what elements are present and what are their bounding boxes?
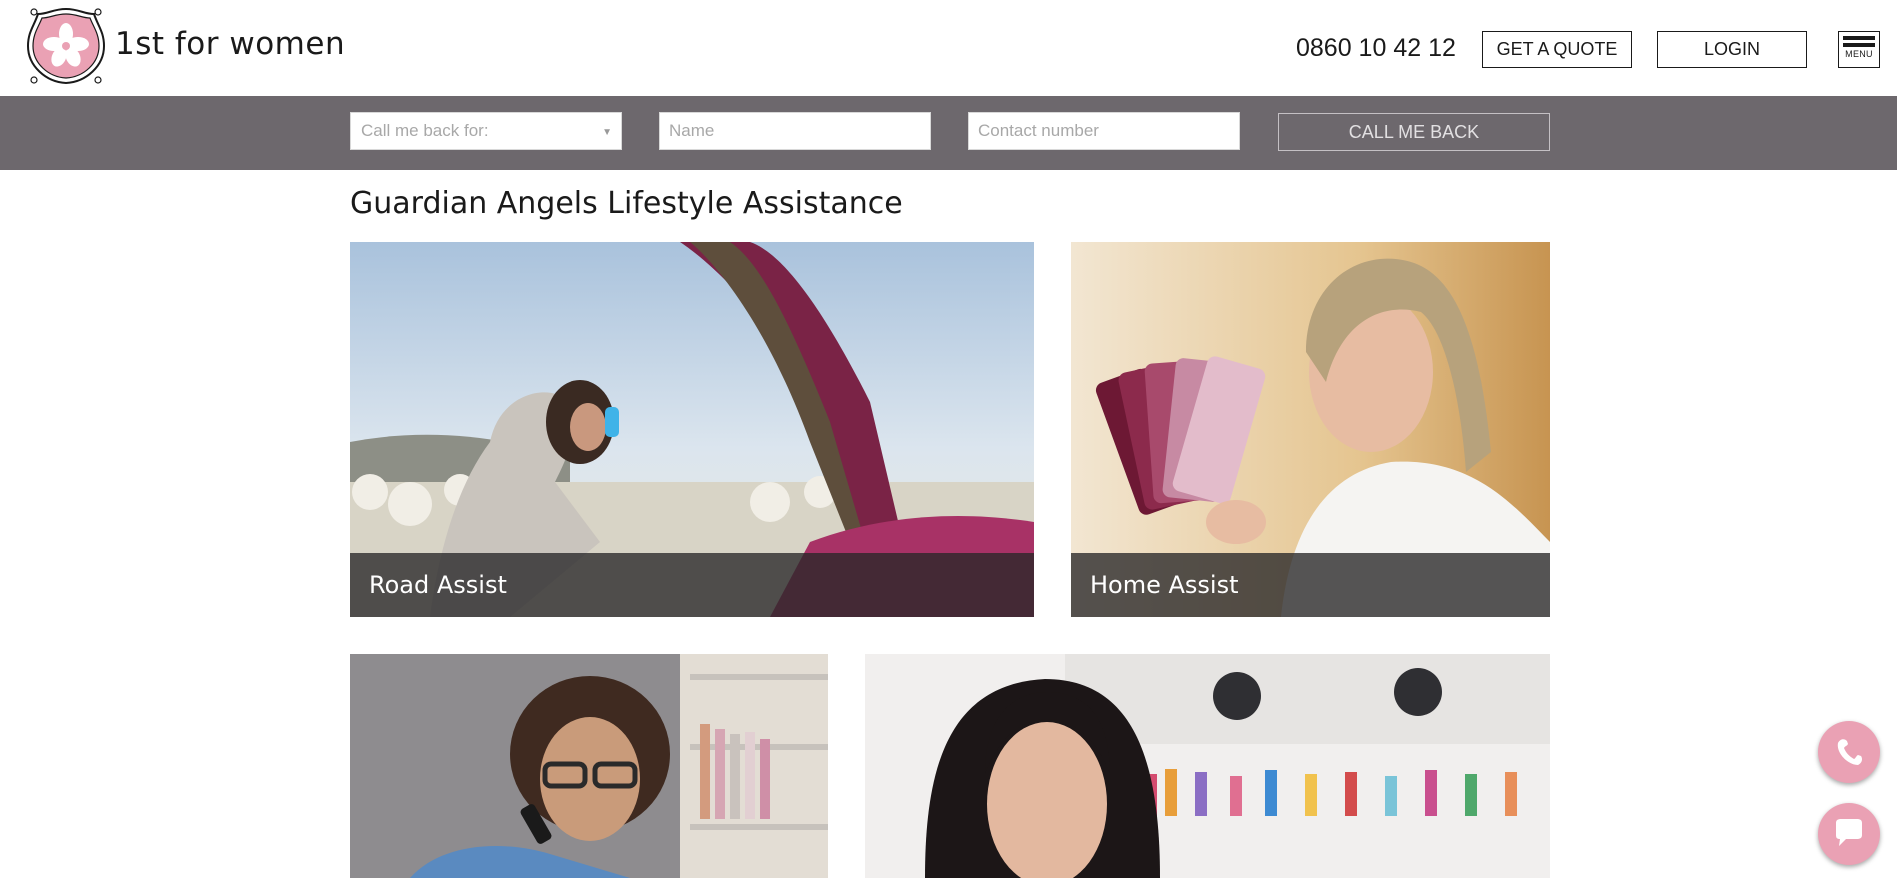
name-placeholder: Name — [669, 121, 715, 140]
brand-name[interactable]: 1st for women — [115, 26, 345, 62]
hamburger-icon-bar — [1843, 43, 1875, 47]
site-header: 1st for women 0860 10 42 12 GET A QUOTE … — [0, 0, 1897, 96]
tile-fourth[interactable] — [865, 654, 1550, 878]
select-placeholder: Call me back for: — [361, 121, 489, 140]
phone-number[interactable]: 0860 10 42 12 — [1296, 34, 1456, 63]
tile-label: Home Assist — [1071, 553, 1550, 617]
phone-icon — [1837, 739, 1862, 765]
name-field[interactable]: Name — [659, 112, 931, 150]
call-me-back-for-select[interactable]: Call me back for: ▼ — [350, 112, 622, 150]
contact-number-field[interactable]: Contact number — [968, 112, 1240, 150]
caret-down-icon: ▼ — [602, 127, 612, 138]
hamburger-icon — [1843, 36, 1875, 40]
menu-button[interactable]: MENU — [1838, 31, 1880, 68]
get-a-quote-button[interactable]: GET A QUOTE — [1482, 31, 1632, 68]
chat-bubble-icon — [1836, 819, 1862, 846]
flower-badge-logo-icon[interactable] — [24, 6, 108, 86]
callback-bar: Call me back for: ▼ Name Contact number … — [0, 96, 1897, 170]
tile-road-assist[interactable]: Road Assist — [350, 242, 1034, 617]
call-me-back-button[interactable]: CALL ME BACK — [1278, 113, 1550, 151]
tile-home-assist[interactable]: Home Assist — [1071, 242, 1550, 617]
smiling-woman-image — [865, 654, 1550, 878]
contact-placeholder: Contact number — [978, 121, 1099, 140]
phone-call-woman-image — [350, 654, 828, 878]
page-title: Guardian Angels Lifestyle Assistance — [350, 186, 903, 221]
tile-third[interactable] — [350, 654, 828, 878]
chat-button[interactable] — [1818, 803, 1880, 865]
menu-label: MENU — [1845, 49, 1873, 59]
tile-label: Road Assist — [350, 553, 1034, 617]
login-button[interactable]: LOGIN — [1657, 31, 1807, 68]
call-button[interactable] — [1818, 721, 1880, 783]
